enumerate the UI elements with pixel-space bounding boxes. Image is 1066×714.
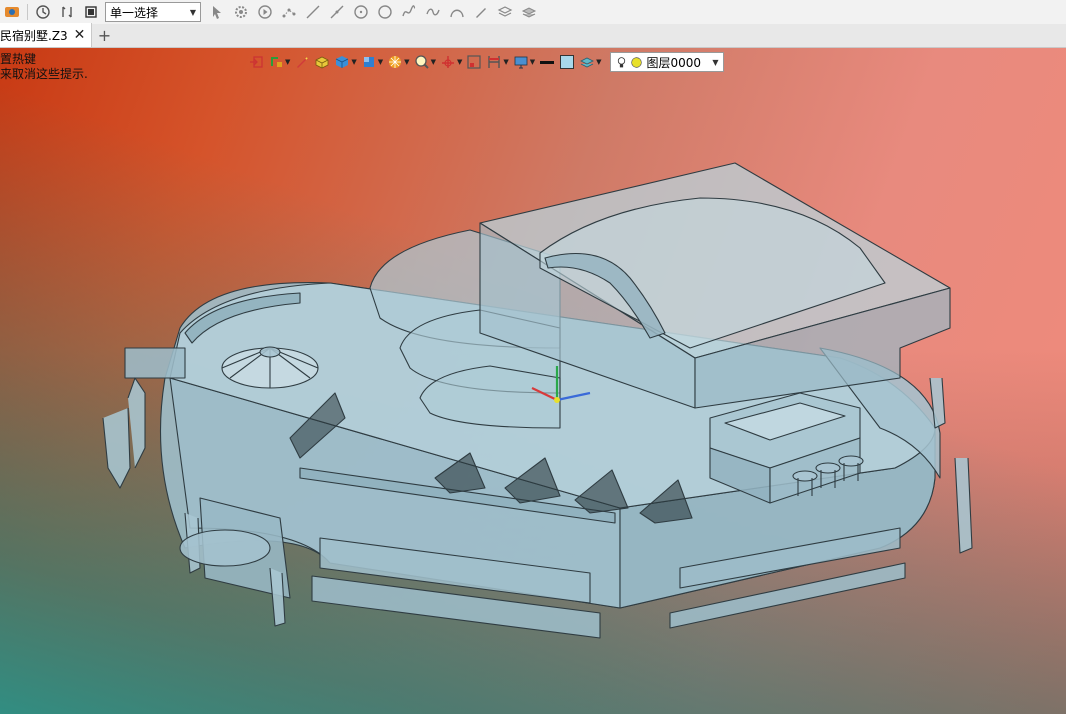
layer-name: 图层0000 — [646, 55, 702, 70]
pen-icon[interactable] — [471, 2, 491, 22]
point-icon[interactable] — [279, 2, 299, 22]
filter-icon[interactable] — [57, 2, 77, 22]
line-style-icon[interactable] — [539, 52, 555, 72]
cube-icon[interactable]: ▼ — [334, 52, 357, 72]
line-icon[interactable] — [303, 2, 323, 22]
main-toolbar: 单一选择 ▼ — [0, 0, 1066, 24]
circle-icon[interactable] — [351, 2, 371, 22]
hotkey-hint: 置热键 来取消这些提示. — [0, 52, 88, 82]
exit-icon[interactable] — [248, 52, 264, 72]
axis-icon[interactable]: ▼ — [440, 52, 462, 72]
document-tab-bar: 民宿别墅.Z3 ✕ + — [0, 23, 1066, 48]
move-icon[interactable]: ▼ — [268, 52, 290, 72]
section-icon[interactable]: ▼ — [486, 52, 509, 72]
layers-icon[interactable] — [495, 2, 515, 22]
hint-line-2: 来取消这些提示. — [0, 67, 88, 81]
clock-icon[interactable] — [33, 2, 53, 22]
pointer-icon[interactable] — [207, 2, 227, 22]
curve-icon[interactable] — [423, 2, 443, 22]
chevron-down-icon: ▼ — [189, 7, 196, 17]
lightbulb-icon — [617, 56, 625, 67]
play-icon[interactable] — [255, 2, 275, 22]
stop-icon[interactable] — [81, 2, 101, 22]
villa-3d-model[interactable] — [0, 48, 1066, 714]
gear-icon[interactable] — [231, 2, 251, 22]
layer-color-icon — [630, 56, 642, 68]
add-tab-button[interactable]: + — [92, 23, 116, 47]
zoom-icon[interactable]: ▼ — [414, 52, 436, 72]
pen-icon[interactable] — [294, 52, 310, 72]
display-icon[interactable]: ▼ — [513, 52, 535, 72]
3d-viewport[interactable]: 置热键 来取消这些提示. ▼ ▼ ▼ ▼ ▼ ▼ ▼ ▼ ▼ 图层0000 ▼ — [0, 48, 1066, 714]
close-icon[interactable]: ✕ — [74, 27, 86, 43]
tab-document[interactable]: 民宿别墅.Z3 ✕ — [0, 23, 93, 47]
frame-icon[interactable] — [466, 52, 482, 72]
box-icon[interactable] — [314, 52, 330, 72]
tab-label: 民宿别墅.Z3 — [0, 28, 68, 43]
point-circle-icon[interactable] — [375, 2, 395, 22]
hint-line-1: 置热键 — [0, 52, 37, 66]
layer-dropdown[interactable]: 图层0000 ▼ — [609, 52, 724, 72]
view-toolbar: ▼ ▼ ▼ ▼ ▼ ▼ ▼ ▼ ▼ 图层0000 ▼ — [248, 50, 724, 74]
layer-stack-icon[interactable]: ▼ — [579, 52, 602, 72]
stack-icon[interactable] — [519, 2, 539, 22]
view-cube-icon[interactable]: ▼ — [361, 52, 383, 72]
spline-icon[interactable] — [399, 2, 419, 22]
render-icon[interactable]: ▼ — [387, 52, 410, 72]
app-logo-icon[interactable] — [2, 2, 22, 22]
selection-mode-value: 单一选择 — [110, 5, 159, 20]
arc-icon[interactable] — [447, 2, 467, 22]
tangent-line-icon[interactable] — [327, 2, 347, 22]
color-swatch-icon[interactable] — [559, 52, 575, 72]
chevron-down-icon: ▼ — [712, 57, 719, 67]
selection-mode-dropdown[interactable]: 单一选择 ▼ — [105, 2, 201, 22]
